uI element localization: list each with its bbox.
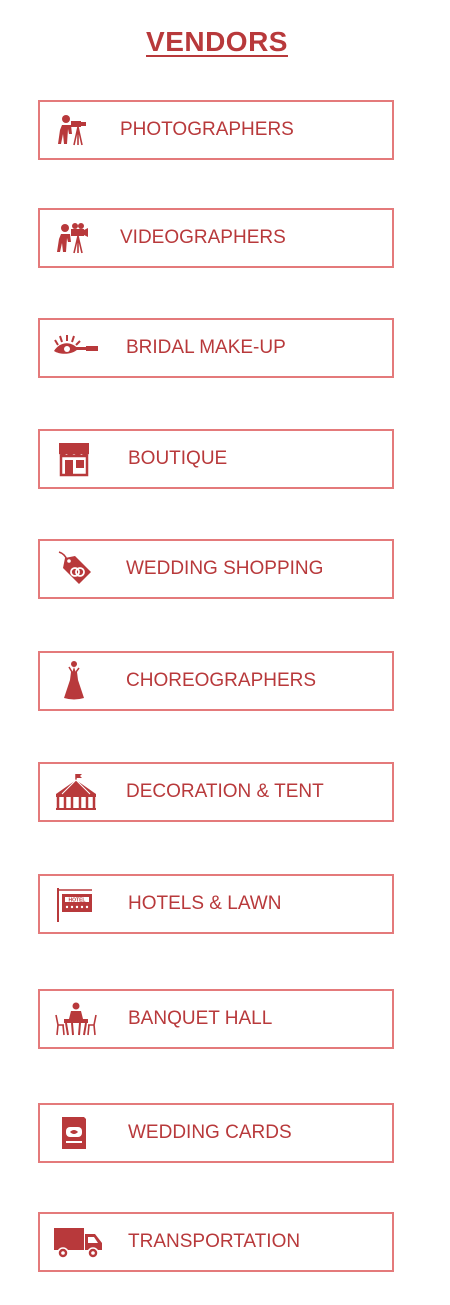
- vendor-label-decoration-tent: DECORATION & TENT: [126, 781, 324, 802]
- banquet-table-icon: [52, 1001, 100, 1037]
- vendor-label-transportation: TRANSPORTATION: [128, 1231, 301, 1252]
- video-camera-operator-icon: [54, 220, 94, 256]
- vendor-label-wedding-shopping: WEDDING SHOPPING: [126, 558, 324, 579]
- vendor-button-hotels-lawn[interactable]: HOTEL HOTELS & LAWN: [38, 874, 394, 934]
- storefront-icon: [54, 441, 94, 477]
- delivery-truck-icon: [52, 1224, 104, 1260]
- vendor-label-photographers: PHOTOGRAPHERS: [120, 119, 294, 140]
- vendor-button-bridal-make-up[interactable]: BRIDAL MAKE-UP: [38, 318, 394, 378]
- hotel-sign-icon: HOTEL: [54, 886, 94, 922]
- vendor-button-decoration-tent[interactable]: DECORATION & TENT: [38, 762, 394, 822]
- dancer-icon: [54, 661, 94, 700]
- shopping-tag-rings-icon: [54, 551, 94, 587]
- page-title: VENDORS: [0, 26, 434, 58]
- vendor-button-banquet-hall[interactable]: BANQUET HALL: [38, 989, 394, 1049]
- vendor-label-bridal-make-up: BRIDAL MAKE-UP: [126, 337, 286, 358]
- vendor-button-transportation[interactable]: TRANSPORTATION: [38, 1212, 394, 1272]
- camera-tripod-photographer-icon: [54, 112, 94, 148]
- vendor-button-choreographers[interactable]: CHOREOGRAPHERS: [38, 651, 394, 711]
- vendor-button-wedding-shopping[interactable]: WEDDING SHOPPING: [38, 539, 394, 599]
- vendor-label-hotels-lawn: HOTELS & LAWN: [128, 893, 282, 914]
- wedding-card-icon: [54, 1115, 94, 1151]
- vendor-label-choreographers: CHOREOGRAPHERS: [126, 670, 317, 691]
- page-title-text: VENDORS: [146, 26, 288, 57]
- tent-icon: [52, 774, 100, 810]
- vendor-button-photographers[interactable]: PHOTOGRAPHERS: [38, 100, 394, 160]
- svg-text:HOTEL: HOTEL: [69, 898, 86, 904]
- vendor-label-boutique: BOUTIQUE: [128, 448, 228, 469]
- vendor-button-boutique[interactable]: BOUTIQUE: [38, 429, 394, 489]
- vendor-label-videographers: VIDEOGRAPHERS: [120, 227, 286, 248]
- vendor-button-videographers[interactable]: VIDEOGRAPHERS: [38, 208, 394, 268]
- vendor-label-wedding-cards: WEDDING CARDS: [128, 1122, 292, 1143]
- vendor-button-wedding-cards[interactable]: WEDDING CARDS: [38, 1103, 394, 1163]
- eyelash-brush-icon: [52, 330, 100, 366]
- vendor-label-banquet-hall: BANQUET HALL: [128, 1008, 273, 1029]
